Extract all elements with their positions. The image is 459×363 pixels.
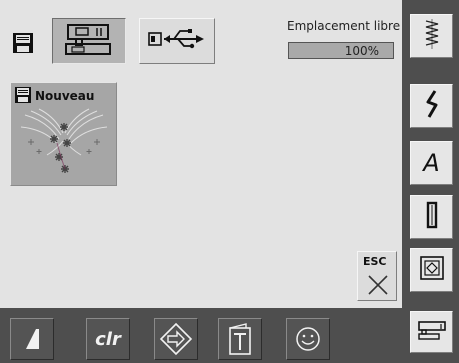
usb-stick-button[interactable] — [139, 18, 215, 64]
buttonholes-button[interactable] — [410, 195, 453, 239]
personal-program-button[interactable] — [154, 318, 198, 360]
main-panel: Emplacement libre 100% Nouveau ESC — [0, 0, 402, 308]
machine-memory-button[interactable] — [52, 18, 126, 64]
new-file-label: Nouveau — [35, 89, 95, 103]
free-memory-bar: 100% — [288, 42, 394, 59]
letter-a-icon: A — [423, 149, 440, 177]
esc-label: ESC — [363, 255, 387, 268]
help-button[interactable] — [286, 318, 330, 360]
bottom-bar: clr — [0, 308, 402, 363]
sewing-machine-setup-icon — [417, 320, 447, 344]
esc-button[interactable]: ESC — [357, 251, 397, 301]
sewing-machine-icon — [64, 22, 114, 60]
close-icon — [367, 274, 389, 300]
stitch-width-button[interactable] — [10, 318, 54, 360]
practical-stitches-button[interactable] — [410, 14, 453, 58]
smiley-icon — [295, 326, 321, 352]
quilt-icon — [419, 255, 445, 285]
new-file-tile[interactable]: Nouveau — [10, 82, 117, 186]
tutorial-button[interactable] — [218, 318, 262, 360]
clr-icon: clr — [95, 328, 121, 350]
alphabets-button[interactable]: A — [410, 141, 453, 185]
free-memory-percent: 100% — [344, 44, 379, 58]
usb-icon — [148, 27, 206, 55]
right-sidebar: A — [402, 0, 459, 363]
embroidery-design-thumbnail — [17, 105, 111, 183]
screen: Emplacement libre 100% Nouveau ESC A clr — [0, 0, 459, 363]
decorative-stitches-button[interactable] — [410, 84, 453, 128]
buttonhole-icon — [426, 201, 438, 233]
width-wedge-icon — [22, 327, 42, 351]
floppy-disk-icon — [12, 32, 34, 54]
diamond-arrow-icon — [159, 322, 193, 356]
clear-button[interactable]: clr — [86, 318, 130, 360]
free-memory-label: Emplacement libre — [287, 19, 401, 33]
setup-button[interactable] — [410, 311, 453, 353]
zigzag-stitch-icon — [422, 19, 442, 53]
tutorial-book-icon — [226, 322, 254, 356]
quilt-stitches-button[interactable] — [410, 248, 453, 292]
decorative-stitch-icon — [424, 89, 440, 123]
